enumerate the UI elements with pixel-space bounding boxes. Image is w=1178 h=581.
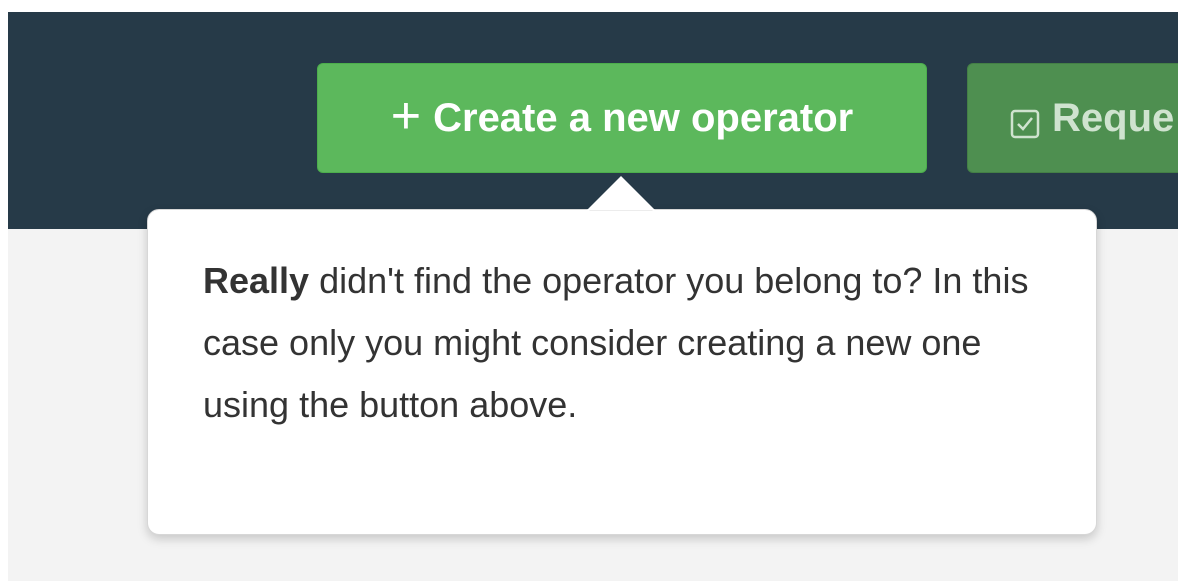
plus-icon: +: [390, 87, 422, 145]
popover-body: didn't find the operator you belong to? …: [203, 260, 1029, 425]
request-label: Reque: [1052, 95, 1175, 140]
popover-arrow: [587, 176, 655, 210]
request-button[interactable]: Reque: [967, 63, 1178, 173]
create-operator-label: Create a new operator: [433, 95, 854, 140]
help-popover: Really didn't find the operator you belo…: [147, 209, 1097, 535]
checkbox-icon: [1010, 104, 1040, 139]
popover-text: Really didn't find the operator you belo…: [203, 250, 1043, 436]
popover-bold-lead: Really: [203, 260, 310, 301]
create-operator-button[interactable]: + Create a new operator: [317, 63, 927, 173]
